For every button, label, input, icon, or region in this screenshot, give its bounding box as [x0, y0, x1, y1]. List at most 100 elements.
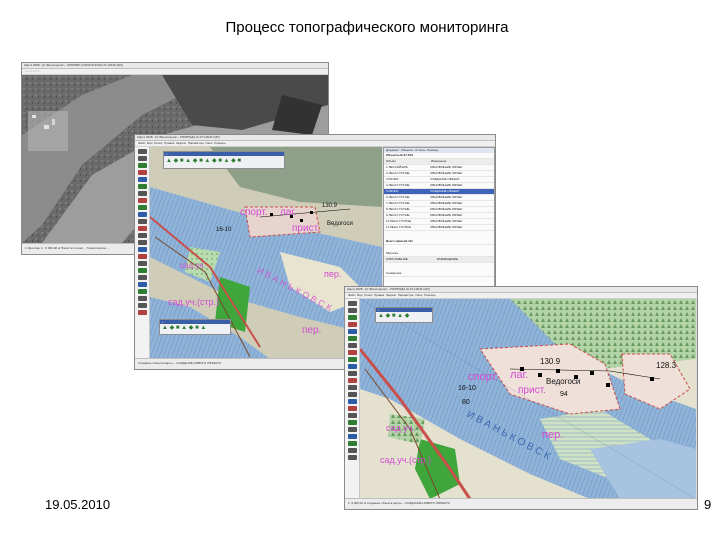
tool-icon[interactable]	[347, 350, 357, 355]
tool-icon[interactable]	[347, 399, 357, 404]
tool-icon[interactable]	[347, 448, 357, 453]
tool-icon[interactable]	[137, 219, 147, 224]
menu-view[interactable]: Вид	[147, 141, 152, 145]
menu-tasks[interactable]: Задачи	[176, 141, 186, 145]
menu-file[interactable]: Файл	[138, 141, 145, 145]
tool-icon[interactable]	[347, 336, 357, 341]
tool-icon[interactable]	[347, 371, 357, 376]
menu-edit[interactable]: Правка	[374, 293, 384, 297]
tool-icon[interactable]	[137, 170, 147, 175]
menu-view[interactable]: Вид	[357, 293, 362, 297]
menu-window[interactable]: Окно	[205, 141, 212, 145]
toolbar-icons[interactable]: ▲ ◆ ■ ▲ ◆	[376, 312, 432, 321]
tool-icon[interactable]	[347, 308, 357, 313]
tool-icon[interactable]	[137, 268, 147, 273]
menu-tasks[interactable]: Задачи	[386, 293, 396, 297]
map-label-num: 16-10	[216, 227, 232, 233]
menu-help[interactable]: Помощь	[214, 141, 226, 145]
column-change[interactable]: Изменение	[431, 159, 447, 163]
tool-icon[interactable]	[137, 226, 147, 231]
tool-icon[interactable]	[137, 184, 147, 189]
map-label-sport: спорт.	[468, 371, 499, 383]
object-change: ОБНОВЛЕНИЕ ОБЪЕК	[430, 165, 463, 169]
column-place[interactable]: РАЗМЕЩЕНИЕ	[437, 257, 458, 261]
front-map-graphics	[360, 299, 696, 499]
map-label-height-2: 128.3	[656, 361, 677, 370]
menu-search[interactable]: Поиск	[154, 141, 162, 145]
object-name: 6 ЛЕСА ГУСТЫЕ	[386, 195, 410, 199]
map-label-prist: прист.	[292, 223, 320, 234]
menu-params[interactable]: Параметры	[188, 141, 204, 145]
tool-icon[interactable]	[137, 303, 147, 308]
tool-icon[interactable]	[137, 198, 147, 203]
tool-icon[interactable]	[347, 406, 357, 411]
tool-icon[interactable]	[347, 413, 357, 418]
list-item[interactable]: 11 ЛЕСА ГУСТЫЕ ОБНОВЛЕНИЕ ОБЪЕК	[384, 225, 494, 231]
tool-icon[interactable]	[347, 427, 357, 432]
object-name: 8 ЛЕСА ГУСТЫЕ	[386, 207, 410, 211]
menu-params[interactable]: Параметры	[398, 293, 414, 297]
front-statusbar: 1: 9 000,00 м Создание объекта карты -- …	[345, 498, 697, 509]
tool-icon[interactable]	[347, 329, 357, 334]
object-name: 7 ЛЕСА ГУСТЫЕ	[386, 201, 410, 205]
object-name: 2 ЛЕСА ГУСТЫЕ	[386, 171, 410, 175]
tool-icon[interactable]	[137, 177, 147, 182]
tool-icon[interactable]	[347, 385, 357, 390]
toolbar-icons[interactable]: ▲ ◆ ■ ▲ ◆ ■ ▲	[160, 324, 230, 333]
tool-icon[interactable]	[137, 254, 147, 259]
semantics-heading: Семантика	[384, 271, 494, 277]
tool-icon[interactable]	[137, 233, 147, 238]
tab-help[interactable]: Помощь	[427, 148, 439, 152]
object-change: СОЗДАНИЕ ОБЪЕКТ	[430, 177, 460, 181]
tool-icon[interactable]	[347, 357, 357, 362]
tool-icon[interactable]	[347, 378, 357, 383]
slide-title: Процесс топографического мониторинга	[225, 19, 509, 36]
tool-icon[interactable]	[347, 392, 357, 397]
map-label-vedogosi: Ведогоси	[327, 221, 353, 227]
tool-icon[interactable]	[137, 240, 147, 245]
object-change: ОБНОВЛЕНИЕ ОБЪЕК	[430, 183, 463, 187]
menu-edit[interactable]: Правка	[164, 141, 174, 145]
tool-icon[interactable]	[137, 191, 147, 196]
menu-file[interactable]: Файл	[348, 293, 355, 297]
object-name: 10 ЛЕСА ГУСТЫЕ	[386, 219, 412, 223]
column-key[interactable]: КЛЮЧ ВЛЕНИЕ	[386, 257, 436, 262]
tool-icon[interactable]	[137, 310, 147, 315]
tool-icon[interactable]	[347, 420, 357, 425]
map-label-per-2: пер.	[302, 325, 322, 336]
tool-icon[interactable]	[347, 322, 357, 327]
tool-icon[interactable]	[347, 364, 357, 369]
tool-icon[interactable]	[137, 247, 147, 252]
front-map[interactable]: спорт. лаг. прист. пер. Ведогоси 130.9 1…	[360, 299, 696, 499]
tool-icon[interactable]	[347, 434, 357, 439]
map-label-per-1: пер.	[324, 269, 342, 279]
tool-icon[interactable]	[137, 296, 147, 301]
tool-icon[interactable]	[347, 301, 357, 306]
front-toolstrip	[345, 299, 360, 499]
toolbar-icons[interactable]: ▲ ◆ ■ ▲ ◆ ■ ▲ ◆ ■ ▲ ◆ ■	[164, 156, 284, 166]
tool-icon[interactable]	[137, 261, 147, 266]
tool-icon[interactable]	[137, 149, 147, 154]
tool-icon[interactable]	[137, 289, 147, 294]
tool-icon[interactable]	[347, 455, 357, 460]
slide-page-number: 9	[704, 497, 712, 512]
object-change: ОБНОВЛЕНИЕ ОБЪЕК	[430, 171, 463, 175]
object-name: 1 ЛЕССИЙ/ЕЛЬ	[386, 165, 408, 169]
tool-icon[interactable]	[137, 163, 147, 168]
tool-icon[interactable]	[137, 282, 147, 287]
map-label-per: пер.	[542, 429, 564, 441]
tool-icon[interactable]	[137, 156, 147, 161]
tool-icon[interactable]	[347, 315, 357, 320]
tool-icon[interactable]	[137, 275, 147, 280]
tool-icon[interactable]	[347, 441, 357, 446]
tab-reports[interactable]: Отчеты	[415, 148, 425, 152]
tool-icon[interactable]	[137, 205, 147, 210]
tool-icon[interactable]	[347, 343, 357, 348]
menu-window[interactable]: Окно	[415, 293, 422, 297]
tab-objects[interactable]: Объекты	[401, 148, 413, 152]
tab-document[interactable]: Документ	[386, 148, 399, 152]
menu-help[interactable]: Помощь	[424, 293, 436, 297]
tool-icon[interactable]	[137, 212, 147, 217]
column-object[interactable]: Объект	[386, 159, 430, 164]
menu-search[interactable]: Поиск	[364, 293, 372, 297]
